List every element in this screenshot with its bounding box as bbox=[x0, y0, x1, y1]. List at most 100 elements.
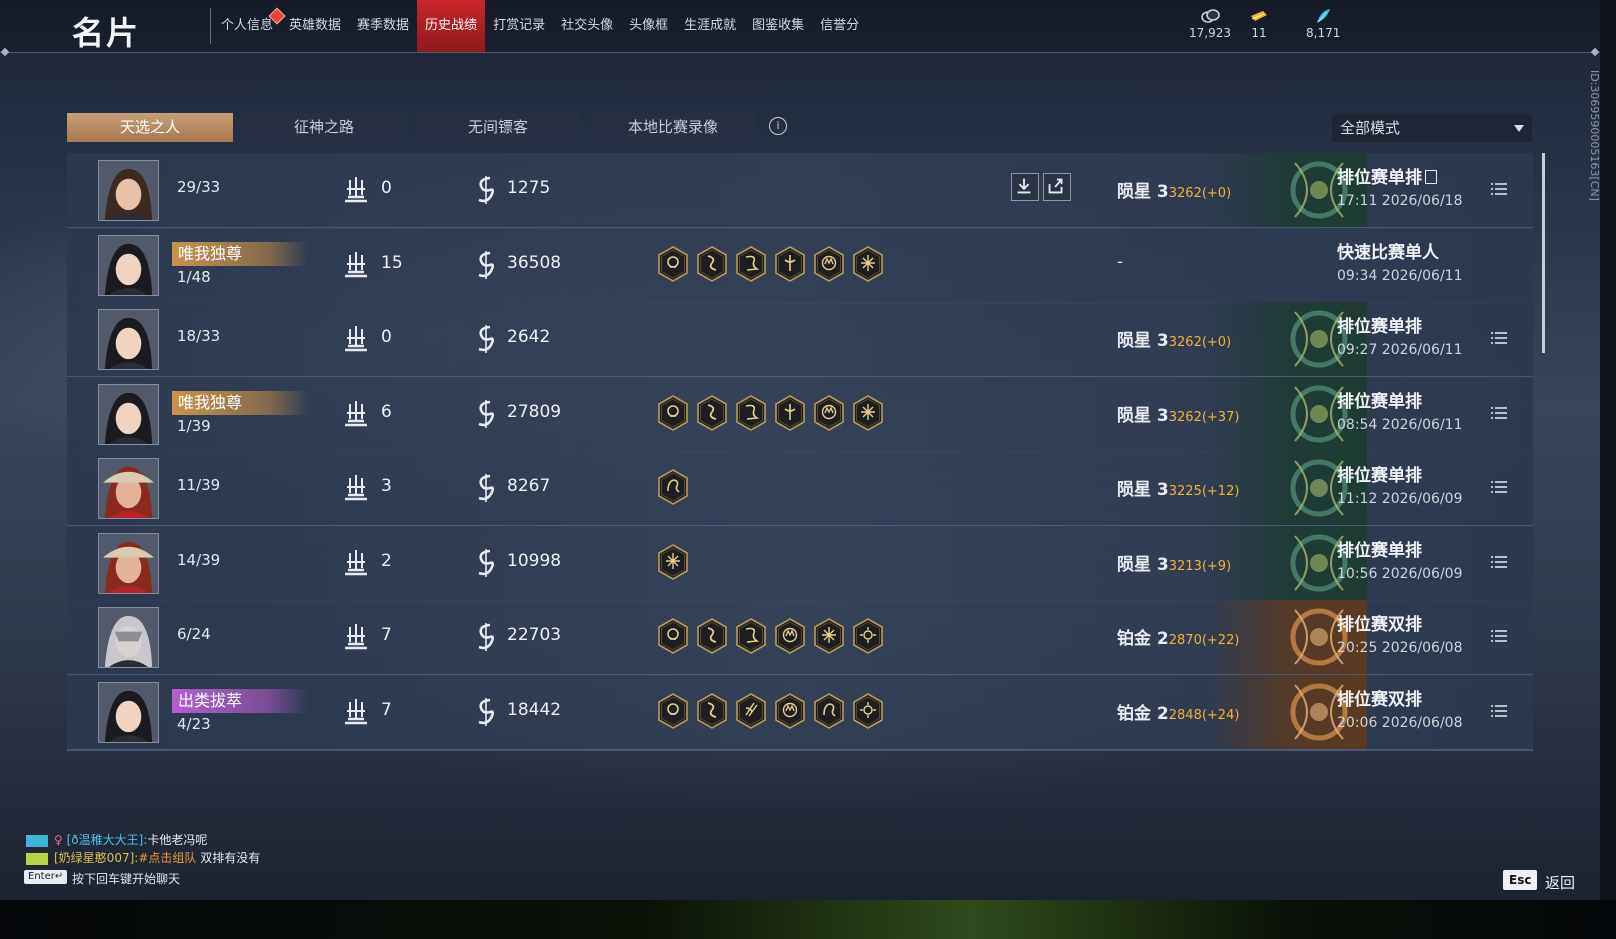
dragon-badge-icon[interactable] bbox=[735, 245, 767, 286]
rank-tier: 陨星 33225(+12) bbox=[1117, 475, 1239, 500]
crown-badge-icon[interactable] bbox=[813, 245, 845, 286]
crown-badge-icon[interactable] bbox=[813, 394, 845, 435]
match-row[interactable]: 出类拔萃 4/23 7 18442 铂金 22848(+24) 排位赛双排 20:06 20… bbox=[67, 674, 1533, 751]
crown-badge-icon[interactable] bbox=[774, 618, 806, 658]
damage-icon bbox=[475, 175, 497, 205]
star-badge-icon[interactable] bbox=[852, 394, 884, 435]
rank-points: 3262(+37) bbox=[1168, 409, 1240, 425]
channel-icon bbox=[26, 834, 48, 847]
match-row[interactable]: 唯我独尊 1/39 6 27809 陨星 33262(+37) 排位赛单排 08:54 20… bbox=[67, 376, 1533, 453]
list-scrollbar[interactable] bbox=[1542, 153, 1545, 353]
chat-line: ♀ [ð温稚大大王]:卡他老冯呢 bbox=[26, 831, 207, 848]
match-row[interactable]: 18/33 0 2642 陨星 33262(+0) 排位赛单排 09:27 2026/06… bbox=[67, 302, 1533, 378]
claw-badge-icon[interactable] bbox=[735, 692, 767, 733]
skull-badge-icon[interactable] bbox=[657, 394, 689, 435]
esc-key[interactable]: Esc bbox=[1503, 870, 1538, 890]
nav-tab-8[interactable]: 图鉴收集 bbox=[744, 0, 812, 52]
nav-tab-label: 打赏记录 bbox=[493, 18, 546, 33]
join-team-link[interactable]: #点击组队 bbox=[138, 851, 196, 865]
match-row[interactable]: 6/24 7 22703 铂金 22870(+22) 排位赛双排 20:25 2026/0… bbox=[67, 600, 1533, 676]
nav-tab-3[interactable]: 历史战绩 bbox=[417, 0, 486, 52]
download-replay-button[interactable] bbox=[1011, 173, 1039, 201]
ticket-value: 11 bbox=[1251, 26, 1267, 40]
details-menu-icon[interactable] bbox=[1491, 181, 1507, 195]
tier-name: 陨星 3 bbox=[1117, 182, 1169, 202]
back-button[interactable]: 返回 bbox=[1545, 872, 1575, 893]
nav-tab-7[interactable]: 生涯成就 bbox=[676, 0, 744, 52]
subtab-tianxuan[interactable]: 天选之人 bbox=[67, 113, 233, 142]
mode-filter-dropdown[interactable]: 全部模式 bbox=[1332, 114, 1532, 142]
mode-label: 排位赛单排 bbox=[1337, 168, 1422, 188]
beast-badge-icon[interactable] bbox=[813, 692, 845, 733]
kills-count: 15 bbox=[381, 252, 403, 273]
match-row[interactable]: 29/33 0 1275 陨星 33262(+0) 排位赛单排 17:11 2026/06… bbox=[67, 153, 1533, 229]
dragon-badge-icon[interactable] bbox=[735, 618, 767, 658]
ticket-icon bbox=[1251, 11, 1267, 21]
nav-tab-0[interactable]: 个人信息 bbox=[213, 0, 286, 52]
star-badge-icon[interactable] bbox=[813, 618, 845, 658]
chat-sender[interactable]: [奶绿星憨007]: bbox=[54, 851, 138, 865]
kills-count: 7 bbox=[381, 625, 392, 645]
details-menu-icon[interactable] bbox=[1491, 405, 1507, 419]
sun-badge-icon[interactable] bbox=[852, 618, 884, 658]
skull-badge-icon[interactable] bbox=[657, 618, 689, 658]
rank-tier: 铂金 22848(+24) bbox=[1117, 699, 1239, 724]
crown-badge-icon[interactable] bbox=[774, 692, 806, 733]
nav-tab-label: 头像框 bbox=[629, 18, 669, 33]
details-menu-icon[interactable] bbox=[1491, 703, 1507, 717]
nav-tab-9[interactable]: 信誉分 bbox=[812, 0, 867, 52]
star-badge-icon[interactable] bbox=[657, 543, 689, 584]
serpent-badge-icon[interactable] bbox=[696, 692, 728, 733]
subtab-zhengshen[interactable]: 征神之路 bbox=[241, 113, 407, 142]
nav-tab-2[interactable]: 赛季数据 bbox=[349, 0, 417, 52]
nav-tab-label: 英雄数据 bbox=[289, 18, 342, 33]
serpent-badge-icon[interactable] bbox=[696, 245, 728, 286]
nav-tab-1[interactable]: 英雄数据 bbox=[281, 0, 349, 52]
match-row[interactable]: 11/39 3 8267 陨星 33225(+12) 排位赛单排 11:12 2026/0… bbox=[67, 451, 1533, 527]
subtab-wujian[interactable]: 无间镖客 bbox=[415, 113, 581, 142]
sword-badge-icon[interactable] bbox=[774, 394, 806, 435]
dragon-badge-icon[interactable] bbox=[735, 394, 767, 435]
mode-label: 快速比赛单人 bbox=[1337, 242, 1439, 263]
match-row[interactable]: 唯我独尊 1/48 15 36508 - 快速比赛单人 09:34 2026/06/11 bbox=[67, 227, 1533, 304]
share-button[interactable] bbox=[1043, 173, 1071, 201]
serpent-badge-icon[interactable] bbox=[696, 394, 728, 435]
subtab-local-replay[interactable]: 本地比赛录像 bbox=[590, 113, 756, 142]
currency-coin: 17,923 bbox=[1189, 8, 1231, 40]
hero-avatar bbox=[98, 458, 159, 519]
sword-badge-icon[interactable] bbox=[774, 245, 806, 286]
tier-name: 铂金 2 bbox=[1117, 629, 1169, 649]
rank-points: 3213(+9) bbox=[1168, 558, 1232, 574]
details-menu-icon[interactable] bbox=[1491, 330, 1507, 344]
serpent-badge-icon[interactable] bbox=[696, 618, 728, 658]
star-badge-icon[interactable] bbox=[852, 245, 884, 286]
damage-icon bbox=[475, 324, 497, 354]
placement: 11/39 bbox=[177, 476, 221, 494]
rank-points: 2848(+24) bbox=[1168, 707, 1240, 723]
tier-name: 铂金 2 bbox=[1117, 703, 1169, 724]
details-menu-icon[interactable] bbox=[1491, 554, 1507, 568]
chat-sender[interactable]: [ð温稚大大王]: bbox=[67, 833, 148, 847]
details-menu-icon[interactable] bbox=[1491, 479, 1507, 493]
kills-count: 0 bbox=[381, 327, 392, 347]
download-icon bbox=[1012, 178, 1036, 202]
skull-badge-icon[interactable] bbox=[657, 692, 689, 733]
beast-badge-icon[interactable] bbox=[657, 469, 689, 509]
enter-key[interactable]: Enter↵ bbox=[24, 870, 68, 884]
skull-badge-icon[interactable] bbox=[657, 245, 689, 286]
sun-badge-icon[interactable] bbox=[852, 692, 884, 733]
nav-tab-label: 生涯成就 bbox=[684, 18, 737, 33]
player-id: ID:3069590005163[CN] bbox=[1588, 70, 1600, 201]
nav-tabs: 个人信息 英雄数据 赛季数据 历史战绩 打赏记录 社交头像 头像框 生涯成就 图鉴收集 信誉分 bbox=[213, 0, 867, 52]
copy-icon[interactable] bbox=[1425, 170, 1437, 184]
hero-avatar bbox=[98, 607, 159, 668]
info-icon[interactable]: i bbox=[769, 117, 787, 135]
details-menu-icon[interactable] bbox=[1491, 628, 1507, 642]
damage-icon bbox=[475, 622, 497, 652]
game-screen: 名片 个人信息 英雄数据 赛季数据 历史战绩 打赏记录 社交头像 头像框 生涯成就 图鉴收集 信誉… bbox=[0, 0, 1600, 900]
damage-value: 27809 bbox=[507, 401, 562, 422]
match-row[interactable]: 14/39 2 10998 陨星 33213(+9) 排位赛单排 10:56 2026/0… bbox=[67, 525, 1533, 602]
nav-tab-6[interactable]: 头像框 bbox=[621, 0, 676, 52]
nav-tab-5[interactable]: 社交头像 bbox=[553, 0, 621, 52]
nav-tab-4[interactable]: 打赏记录 bbox=[485, 0, 553, 52]
